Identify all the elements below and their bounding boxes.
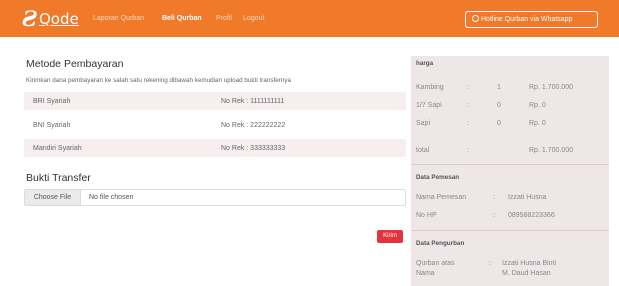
separator: : [467,84,469,91]
separator: : [489,260,491,267]
navbar: Ƨ Qode Laporan Qurban Beli Qurban Profil… [0,0,619,37]
whatsapp-icon [472,15,479,22]
brand-name: Qode [39,10,79,28]
whatsapp-hotline-button[interactable]: Hotline Qurban via Whatsapp [465,11,598,28]
item-qty: 1 [497,84,501,91]
pemesan-phone: 089588223366 [508,212,555,219]
field-label: Qurban atas [416,260,455,267]
separator: : [467,102,469,109]
logo-icon: Ƨ [22,6,38,31]
item-label: 1/7 Sapi [416,102,442,109]
pemesan-heading: Data Pemesan [416,174,460,181]
separator: : [493,194,495,201]
bank-name: Mandiri Syariah [33,145,82,152]
bank-name: BNI Syariah [33,122,71,129]
pengurban-name: M. Daud Hasan [502,270,551,277]
bank-row: BNI Syariah No Rek : 222222222 [24,116,406,134]
payment-title: Metode Pembayaran [26,58,124,70]
pemesan-name: Izzati Husna [508,194,547,201]
total-label: total [416,147,430,154]
kirim-button[interactable]: Kirim [377,230,403,243]
file-upload-input[interactable]: Choose File No file chosen [24,189,406,206]
pengurban-heading: Data Pengurban [416,240,465,247]
item-label: Kambing [416,84,444,91]
separator: : [467,120,469,127]
item-qty: 0 [497,102,501,109]
item-price: Rp. 0 [529,102,546,109]
bukti-transfer-title: Bukti Transfer [26,172,91,184]
payment-instruction: Kirimkan dana pembayaran ke salah satu r… [26,77,291,84]
bank-account-number: No Rek : 333333333 [221,145,286,152]
item-label: Sapi [416,120,431,127]
pemesan-section: Data Pemesan Nama Pemesan : Izzati Husna… [411,164,609,230]
harga-section: harga Kambing : 1 Rp. 1.700.000 1/7 Sapi… [411,56,609,164]
bank-account-number: No Rek : 1111111111 [221,98,285,105]
file-status: No file chosen [89,194,134,201]
item-price: Rp. 0 [529,120,546,127]
field-label: Nama [416,270,435,277]
field-label: Nama Pemesan [416,194,467,201]
nav-profil[interactable]: Profil [216,14,232,23]
choose-file-button[interactable]: Choose File [25,190,81,205]
order-summary-panel: harga Kambing : 1 Rp. 1.700.000 1/7 Sapi… [411,56,609,286]
pengurban-section: Data Pengurban Qurban atas Nama : Izzati… [411,230,609,286]
pengurban-name: Izzati Husna Binti [502,260,557,267]
nav-beli-qurban[interactable]: Beli Qurban [162,14,202,23]
total-value: Rp. 1.700.000 [529,147,573,154]
item-price: Rp. 1.700.000 [529,84,573,91]
bank-row: BRI Syariah No Rek : 1111111111 [24,92,406,110]
separator: : [467,147,469,154]
item-qty: 0 [497,120,501,127]
bank-name: BRI Syariah [33,98,71,105]
separator: : [493,212,495,219]
nav-logout[interactable]: Logout [243,14,264,23]
field-label: No HP [416,212,437,219]
brand-logo[interactable]: Ƨ Qode [22,7,92,31]
nav-laporan-qurban[interactable]: Laporan Qurban [93,14,144,23]
harga-heading: harga [416,60,434,67]
bank-account-number: No Rek : 222222222 [221,122,286,129]
bank-row: Mandiri Syariah No Rek : 333333333 [24,139,406,157]
whatsapp-hotline-label: Hotline Qurban via Whatsapp [481,16,573,23]
